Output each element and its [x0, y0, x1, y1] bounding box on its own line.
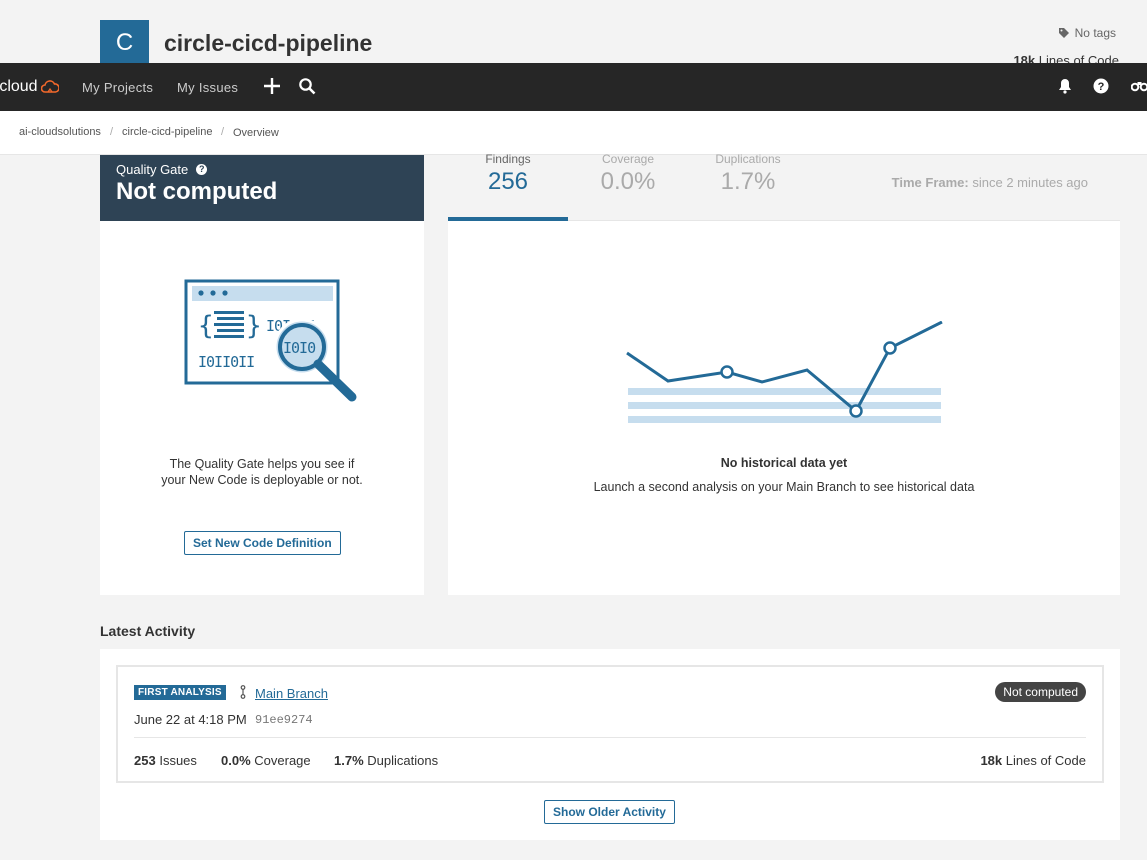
tab-findings-label: Findings: [485, 152, 531, 166]
svg-text:I0II0II: I0II0II: [198, 353, 254, 371]
quality-gate-description-line2: your New Code is deployable or not.: [161, 473, 363, 487]
branch-icon: [240, 685, 246, 699]
status-badge: Not computed: [995, 682, 1086, 702]
time-frame: Time Frame: since 2 minutes ago: [892, 175, 1088, 190]
issues-stat-label: Issues: [159, 753, 197, 768]
lines-of-code-label: Lines of Code: [1005, 753, 1086, 768]
duplications-stat-value: 1.7%: [334, 753, 364, 768]
measures-panel: Findings 256 Coverage 0.0% Duplications …: [448, 152, 1120, 595]
project-tags-label: No tags: [1074, 26, 1116, 40]
quality-gate-label-row: Quality Gate ?: [116, 162, 208, 177]
quality-gate-description-line1: The Quality Gate helps you see if: [169, 457, 355, 471]
tab-duplications-value: 1.7%: [720, 168, 776, 195]
set-new-code-definition-button[interactable]: Set New Code Definition: [184, 531, 341, 555]
empty-history-subtitle: Launch a second analysis on your Main Br…: [593, 480, 975, 494]
coverage-stat-label: Coverage: [254, 753, 311, 768]
breadcrumb-overview[interactable]: Overview: [233, 127, 279, 139]
breadcrumb-organization[interactable]: ai-cloudsolutions: [19, 126, 101, 138]
quality-gate-status: Not computed: [116, 178, 278, 205]
help-icon[interactable]: ?: [1093, 78, 1109, 94]
activity-item: FIRST ANALYSIS Main Branch Not computed …: [116, 665, 1104, 783]
duplications-stat-label: Duplications: [367, 753, 439, 768]
lines-of-code-stat: 18k Lines of Code: [980, 753, 1086, 768]
svg-text:?: ?: [1098, 81, 1105, 93]
svg-text:I0I0: I0I0: [283, 339, 316, 357]
quality-gate-label: Quality Gate: [116, 162, 189, 177]
project-name[interactable]: circle-cicd-pipeline: [164, 30, 372, 57]
tab-duplications-label: Duplications: [715, 152, 781, 166]
breadcrumb: ai-cloudsolutions / circle-cicd-pipeline…: [0, 111, 1147, 155]
first-analysis-badge: FIRST ANALYSIS: [134, 685, 226, 700]
tab-findings[interactable]: Findings 256: [448, 152, 568, 221]
binoculars-icon[interactable]: [1131, 78, 1147, 94]
cloud-logo-icon: [40, 80, 59, 93]
breadcrumb-separator: /: [110, 126, 114, 138]
measure-tabs: Findings 256 Coverage 0.0% Duplications …: [448, 152, 1120, 221]
nav-my-issues[interactable]: My Issues: [177, 80, 238, 95]
latest-activity-title: Latest Activity: [100, 623, 196, 639]
divider: [134, 737, 1086, 738]
tab-coverage-value: 0.0%: [600, 168, 656, 195]
logo[interactable]: rcloud: [0, 78, 59, 96]
time-frame-value: since 2 minutes ago: [972, 175, 1088, 190]
tab-coverage[interactable]: Coverage 0.0%: [568, 152, 688, 221]
nav-my-projects[interactable]: My Projects: [82, 80, 153, 95]
time-frame-label: Time Frame:: [891, 175, 969, 190]
show-older-activity-button[interactable]: Show Older Activity: [544, 800, 675, 824]
history-chart-illustration: [626, 321, 943, 423]
latest-activity-panel: FIRST ANALYSIS Main Branch Not computed …: [100, 649, 1120, 840]
tag-icon: [1058, 28, 1069, 38]
main-branch-link[interactable]: Main Branch: [255, 686, 328, 701]
coverage-stat-value: 0.0%: [221, 753, 251, 768]
breadcrumb-separator: /: [221, 126, 225, 138]
duplications-stat[interactable]: 1.7% Duplications: [334, 753, 438, 768]
tab-coverage-label: Coverage: [601, 152, 655, 166]
bell-icon[interactable]: [1058, 78, 1072, 94]
coverage-stat[interactable]: 0.0% Coverage: [221, 753, 311, 768]
quality-gate-panel: { } I0I0II I0II0II I0I0 The Quality Gate…: [100, 221, 424, 595]
empty-history-title: No historical data yet: [720, 456, 848, 470]
quality-gate-description: The Quality Gate helps you see if your N…: [100, 456, 424, 488]
top-navbar: rcloud My Projects My Issues ?: [0, 63, 1147, 111]
project-tags[interactable]: No tags: [1058, 26, 1116, 40]
search-icon[interactable]: [298, 77, 316, 95]
logo-text: rcloud: [0, 78, 38, 95]
commit-hash: 91ee9274: [255, 713, 313, 727]
issues-stat-value: 253: [134, 753, 156, 768]
svg-text:{: {: [198, 311, 214, 341]
svg-text:}: }: [246, 311, 262, 341]
issues-stat[interactable]: 253 Issues: [134, 753, 197, 768]
tab-findings-value: 256: [487, 168, 529, 195]
quality-gate-header: Quality Gate ? Not computed: [100, 155, 424, 221]
code-inspection-illustration: { } I0I0II I0II0II I0I0: [184, 279, 357, 402]
help-icon[interactable]: ?: [196, 164, 208, 175]
breadcrumb-project[interactable]: circle-cicd-pipeline: [122, 126, 212, 138]
tab-duplications[interactable]: Duplications 1.7%: [688, 152, 808, 221]
analysis-date: June 22 at 4:18 PM: [134, 712, 247, 727]
lines-of-code-value: 18k: [980, 753, 1003, 768]
plus-icon[interactable]: [262, 76, 282, 96]
project-header: C circle-cicd-pipeline No tags 18k Lines…: [0, 0, 1147, 70]
